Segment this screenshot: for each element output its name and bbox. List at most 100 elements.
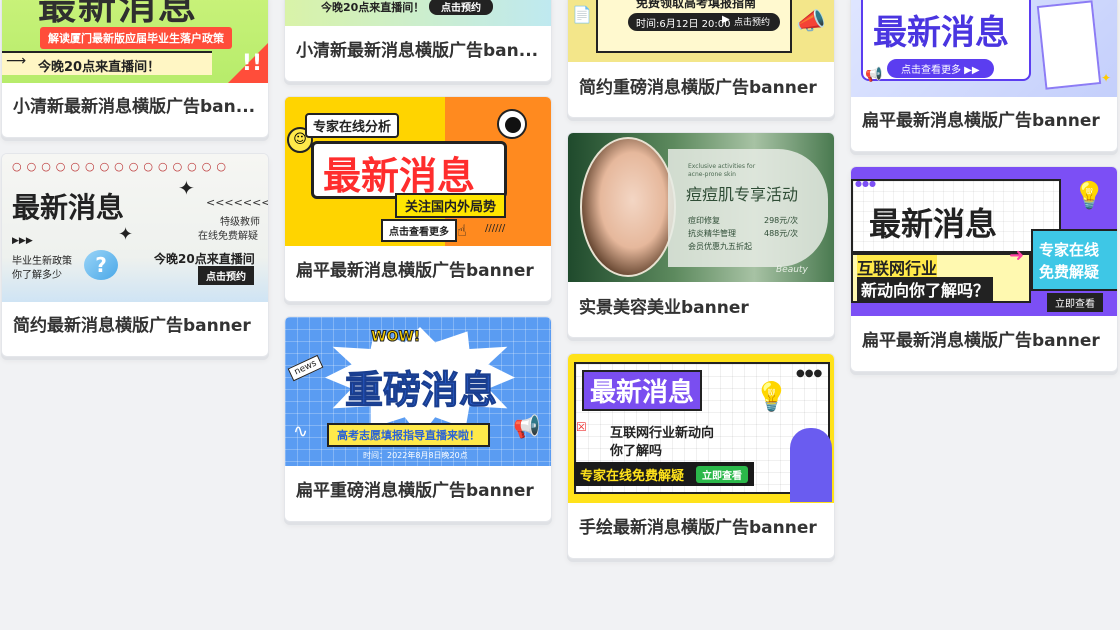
banner-top-text: 今晚20点来直播间！ xyxy=(321,1,425,14)
play-arrows-icon: ▶▶▶ xyxy=(12,236,33,246)
eye-icon xyxy=(497,109,527,139)
banner-headline: 最新消息 xyxy=(12,191,125,224)
banner-arrows: <<<<<<< xyxy=(206,196,268,209)
template-card[interactable]: ○○○○○○○○○○○○○○○ 最新消息 ✦ ✦ <<<<<<< 特级教师 在线… xyxy=(1,153,269,357)
template-card[interactable]: 今晚20点来直播间！ 点击预约 小清新最新消息横版广告ban... xyxy=(284,0,552,82)
banner-thumbnail[interactable]: 最新消息 解读厦门最新版应届毕业生落户政策 ⟶ 今晚20点来直播间！ !! xyxy=(2,0,268,83)
banner-news: news xyxy=(287,354,324,382)
bulb-icon: 💡 xyxy=(1073,181,1106,211)
banner-line1: 互联网行业新动向 xyxy=(610,426,715,441)
card-title[interactable]: 扁平重磅消息横版广告banner xyxy=(296,480,541,502)
banner-top-text: 免费领取高考填报指南 xyxy=(636,0,757,10)
banner-headline: 重磅消息 xyxy=(344,368,498,413)
banner-time: 时间:6月12日 20:00 xyxy=(636,19,731,30)
banner-expert2: 免费解疑 xyxy=(1039,263,1100,281)
banner-button: 点击预约 xyxy=(429,0,493,15)
note-icon: 📄 xyxy=(572,5,592,24)
arrow-icon: ➜ xyxy=(1009,245,1025,266)
card-title[interactable]: 扁平最新消息横版广告banner xyxy=(862,330,1107,352)
banner-tag: 专家在线分析 xyxy=(305,113,400,138)
banner-line2: 新动向你了解吗？ xyxy=(857,277,994,301)
window-dots-icon: ●●● xyxy=(796,368,823,379)
card-title[interactable]: 手绘最新消息横版广告banner xyxy=(579,517,824,539)
card-title[interactable]: 简约最新消息横版广告banner xyxy=(13,315,258,337)
banner-thumbnail[interactable]: ○○○○○○○○○○○○○○○ 最新消息 ✦ ✦ <<<<<<< 特级教师 在线… xyxy=(2,154,268,302)
card-title[interactable]: 小清新最新消息横版广告ban... xyxy=(296,40,541,62)
banner-en-line2: acne-prone skin xyxy=(688,171,736,178)
banner-button: 点击预约 xyxy=(198,266,254,285)
template-card[interactable]: 最新消息 ●●● ☒ 互联网行业新动向 你了解吗 💡 专家在线免费解疑 立即查看… xyxy=(567,353,835,559)
banner-item-price: 488元/次 xyxy=(764,229,798,238)
play-icon: ▶ xyxy=(722,14,730,25)
banner-time: 时间：2022年8月8日晚20点 xyxy=(363,451,468,460)
window-dots-icon: ●●● xyxy=(855,179,876,188)
banner-tonight: 今晚20点来直播间 xyxy=(154,252,255,266)
banner-headline: 最新消息 xyxy=(869,205,998,243)
banner-thumbnail[interactable]: 今晚20点来直播间！ 点击预约 xyxy=(285,0,551,26)
card-title[interactable]: 实景美容美业banner xyxy=(579,297,824,319)
person-figure xyxy=(790,428,832,502)
banner-headline: 痘痘肌专享活动 xyxy=(686,185,799,204)
sparkle-icon: ✦ xyxy=(178,176,195,200)
question-bubble: ? xyxy=(84,250,118,280)
sparkle-icon: ✦ xyxy=(118,224,134,245)
banner-headline: 最新消息 xyxy=(323,154,476,198)
template-card[interactable]: ☺ 专家在线分析 最新消息 关注国内外局势 点击查看更多 ☝ ////// 扁平… xyxy=(284,96,552,302)
banner-signature: Beauty xyxy=(776,265,808,275)
swirl-icon: ∿ xyxy=(293,421,309,442)
banner-tagline: 今晚20点来直播间！ xyxy=(38,60,161,75)
bulb-icon: 💡 xyxy=(754,380,789,413)
banner-headline: 最新消息 xyxy=(582,370,703,411)
banner-thumbnail[interactable]: Exclusive activities for acne-prone skin… xyxy=(568,133,834,282)
face-photo xyxy=(580,137,676,277)
banner-button: 立即查看 xyxy=(696,466,748,483)
cursor-icon: ☝ xyxy=(457,221,467,240)
banner-headline: 最新消息 xyxy=(38,0,199,28)
card-title[interactable]: 简约重磅消息横版广告banner xyxy=(579,77,824,99)
banner-ribbon: 关注国内外局势 xyxy=(395,193,507,218)
banner-thumbnail[interactable]: ☺ 专家在线分析 最新消息 关注国内外局势 点击查看更多 ☝ ////// xyxy=(285,97,551,246)
banner-wow: WOW! xyxy=(370,329,421,346)
banner-button: 点击预约 xyxy=(734,18,771,28)
banner-thumbnail[interactable]: WOW! news 重磅消息 高考志愿填报指导直播来啦！ 时间：2022年8月8… xyxy=(285,317,551,466)
card-title[interactable]: 扁平最新消息横版广告banner xyxy=(296,260,541,282)
banner-button: 点击查看更多 xyxy=(381,219,457,242)
megaphone-icon: 📣 xyxy=(796,7,826,35)
hatch-decoration: ////// xyxy=(485,223,506,234)
template-card[interactable]: ●●● 最新消息 💡 互联网行业 新动向你了解吗？ ➜ 专家在线 免费解疑 立即… xyxy=(850,166,1118,372)
close-box-icon: ☒ xyxy=(576,420,587,434)
paper-illustration xyxy=(1036,0,1102,90)
banner-item-name: 痘印修复 xyxy=(688,216,720,225)
banner-item-name: 抗炎精华管理 xyxy=(688,229,736,238)
template-card[interactable]: WOW! news 重磅消息 高考志愿填报指导直播来啦！ 时间：2022年8月8… xyxy=(284,316,552,522)
banner-expert1: 专家在线 xyxy=(1039,241,1100,259)
banner-teacher-line2: 在线免费解疑 xyxy=(198,231,258,242)
banner-thumbnail[interactable]: 最新消息 ●●● ☒ 互联网行业新动向 你了解吗 💡 专家在线免费解疑 立即查看 xyxy=(568,354,834,503)
template-card[interactable]: 免费领取高考填报指南 时间:6月12日 20:00 ▶ 点击预约 📣 📄 简约重… xyxy=(567,0,835,118)
banner-button: 点击查看更多 ▶▶ xyxy=(887,59,994,78)
banner-policy-line2: 你了解多少 xyxy=(12,270,62,281)
card-title[interactable]: 扁平最新消息横版广告banner xyxy=(862,110,1107,132)
banner-item-price: 298元/次 xyxy=(764,216,798,225)
exclaim-icon: !! xyxy=(241,51,262,76)
template-card[interactable]: Exclusive activities for acne-prone skin… xyxy=(567,132,835,338)
banner-member: 会员优惠九五折起 xyxy=(688,242,752,251)
banner-thumbnail[interactable]: 免费领取高考填报指南 时间:6月12日 20:00 ▶ 点击预约 📣 📄 xyxy=(568,0,834,62)
template-card[interactable]: 最新消息 解读厦门最新版应届毕业生落户政策 ⟶ 今晚20点来直播间！ !! 小清… xyxy=(1,0,269,138)
banner-thumbnail[interactable]: ●●● 最新消息 💡 互联网行业 新动向你了解吗？ ➜ 专家在线 免费解疑 立即… xyxy=(851,167,1117,316)
megaphone-icon: 📢 xyxy=(865,67,883,83)
banner-subtitle: 解读厦门最新版应届毕业生落户政策 xyxy=(40,27,232,49)
card-title[interactable]: 小清新最新消息横版广告ban... xyxy=(13,96,258,118)
template-card[interactable]: 最新消息 点击查看更多 ▶▶ 📢 ✦ 扁平最新消息横版广告banner xyxy=(850,0,1118,152)
megaphone-icon: 📢 xyxy=(513,415,541,440)
banner-headline: 最新消息 xyxy=(873,13,1009,53)
sparkle-icon: ✦ xyxy=(1101,71,1112,85)
arrow-icon: ⟶ xyxy=(6,53,27,69)
banner-policy-line1: 毕业生新政策 xyxy=(12,256,72,267)
banner-line2: 你了解吗 xyxy=(610,444,663,459)
banner-thumbnail[interactable]: 最新消息 点击查看更多 ▶▶ 📢 ✦ xyxy=(851,0,1117,97)
banner-button: 立即查看 xyxy=(1047,293,1103,312)
banner-bottom: 专家在线免费解疑 xyxy=(580,469,685,484)
banner-en-line1: Exclusive activities for xyxy=(688,163,756,170)
banner-line1: 互联网行业 xyxy=(857,255,938,279)
